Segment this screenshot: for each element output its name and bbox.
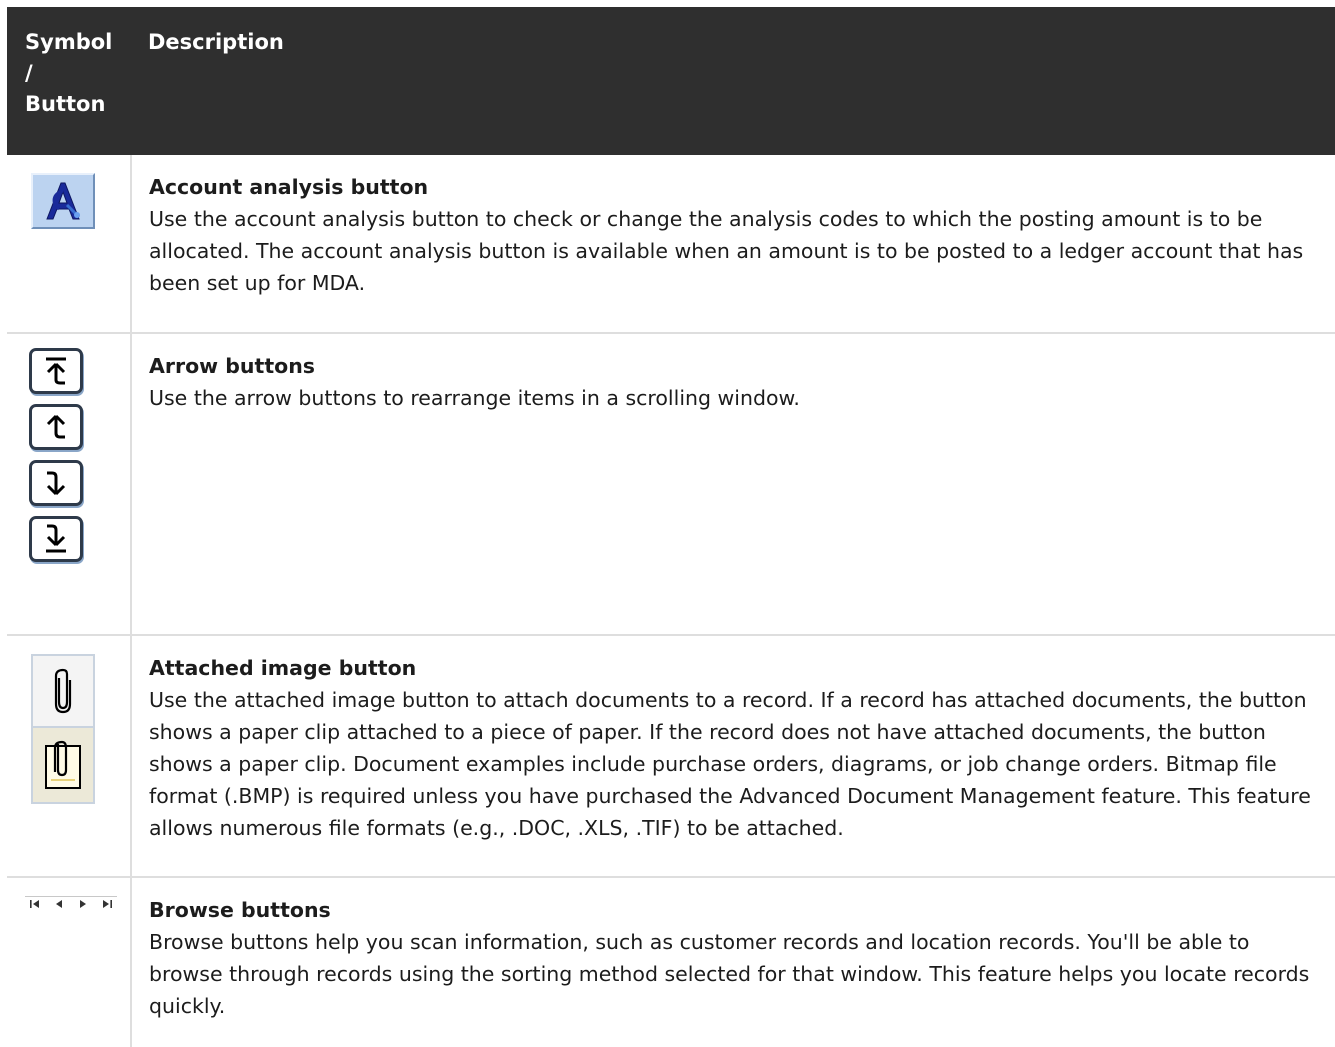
row-text: Browse buttons help you scan information… xyxy=(149,930,1310,1018)
symbol-header-line1: Symbol xyxy=(25,30,113,54)
symbol-header-line3: Button xyxy=(25,92,106,116)
move-to-top-icon[interactable] xyxy=(29,348,83,394)
description-cell: Account analysis button Use the account … xyxy=(131,155,1335,334)
symbol-cell xyxy=(7,877,132,1047)
description-cell: Browse buttons Browse buttons help you s… xyxy=(131,877,1335,1047)
account-analysis-icon xyxy=(31,173,95,229)
table-row: Browse buttons Browse buttons help you s… xyxy=(7,877,1335,1047)
browse-first-icon[interactable] xyxy=(29,899,41,909)
move-up-icon[interactable] xyxy=(29,404,83,450)
table-header-row: Symbol / Button Description xyxy=(7,7,1335,155)
symbol-cell xyxy=(7,333,132,636)
browse-previous-icon[interactable] xyxy=(54,899,64,909)
description-cell: Attached image button Use the attached i… xyxy=(131,635,1335,878)
paper-clip-icon[interactable] xyxy=(31,654,95,728)
move-to-bottom-icon[interactable] xyxy=(29,516,83,562)
row-text: Use the account analysis button to check… xyxy=(149,207,1304,295)
symbol-button-column-header: Symbol / Button xyxy=(7,7,131,155)
row-title: Account analysis button xyxy=(149,175,429,199)
row-title: Browse buttons xyxy=(149,898,331,922)
description-column-header: Description xyxy=(131,7,1335,155)
table-row: Arrow buttons Use the arrow buttons to r… xyxy=(7,333,1335,636)
paper-clip-with-document-icon[interactable] xyxy=(31,726,95,804)
arrow-buttons-group xyxy=(29,348,83,572)
browse-last-icon[interactable] xyxy=(101,899,113,909)
move-down-icon[interactable] xyxy=(29,460,83,506)
attached-image-buttons xyxy=(31,654,95,804)
symbol-cell xyxy=(7,635,132,878)
description-cell: Arrow buttons Use the arrow buttons to r… xyxy=(131,333,1335,636)
symbols-table: Symbol / Button Description Account anal… xyxy=(7,7,1335,1047)
table-row: Account analysis button Use the account … xyxy=(7,155,1335,334)
table-row: Attached image button Use the attached i… xyxy=(7,635,1335,878)
row-text: Use the attached image button to attach … xyxy=(149,688,1311,840)
row-title: Attached image button xyxy=(149,656,417,680)
symbol-cell xyxy=(7,155,132,334)
page: Symbol / Button Description Account anal… xyxy=(0,0,1335,1047)
row-text: Use the arrow buttons to rearrange items… xyxy=(149,386,800,410)
browse-buttons-icons xyxy=(25,896,117,910)
symbol-header-line2: / xyxy=(25,61,33,85)
browse-next-icon[interactable] xyxy=(78,899,88,909)
row-title: Arrow buttons xyxy=(149,354,315,378)
